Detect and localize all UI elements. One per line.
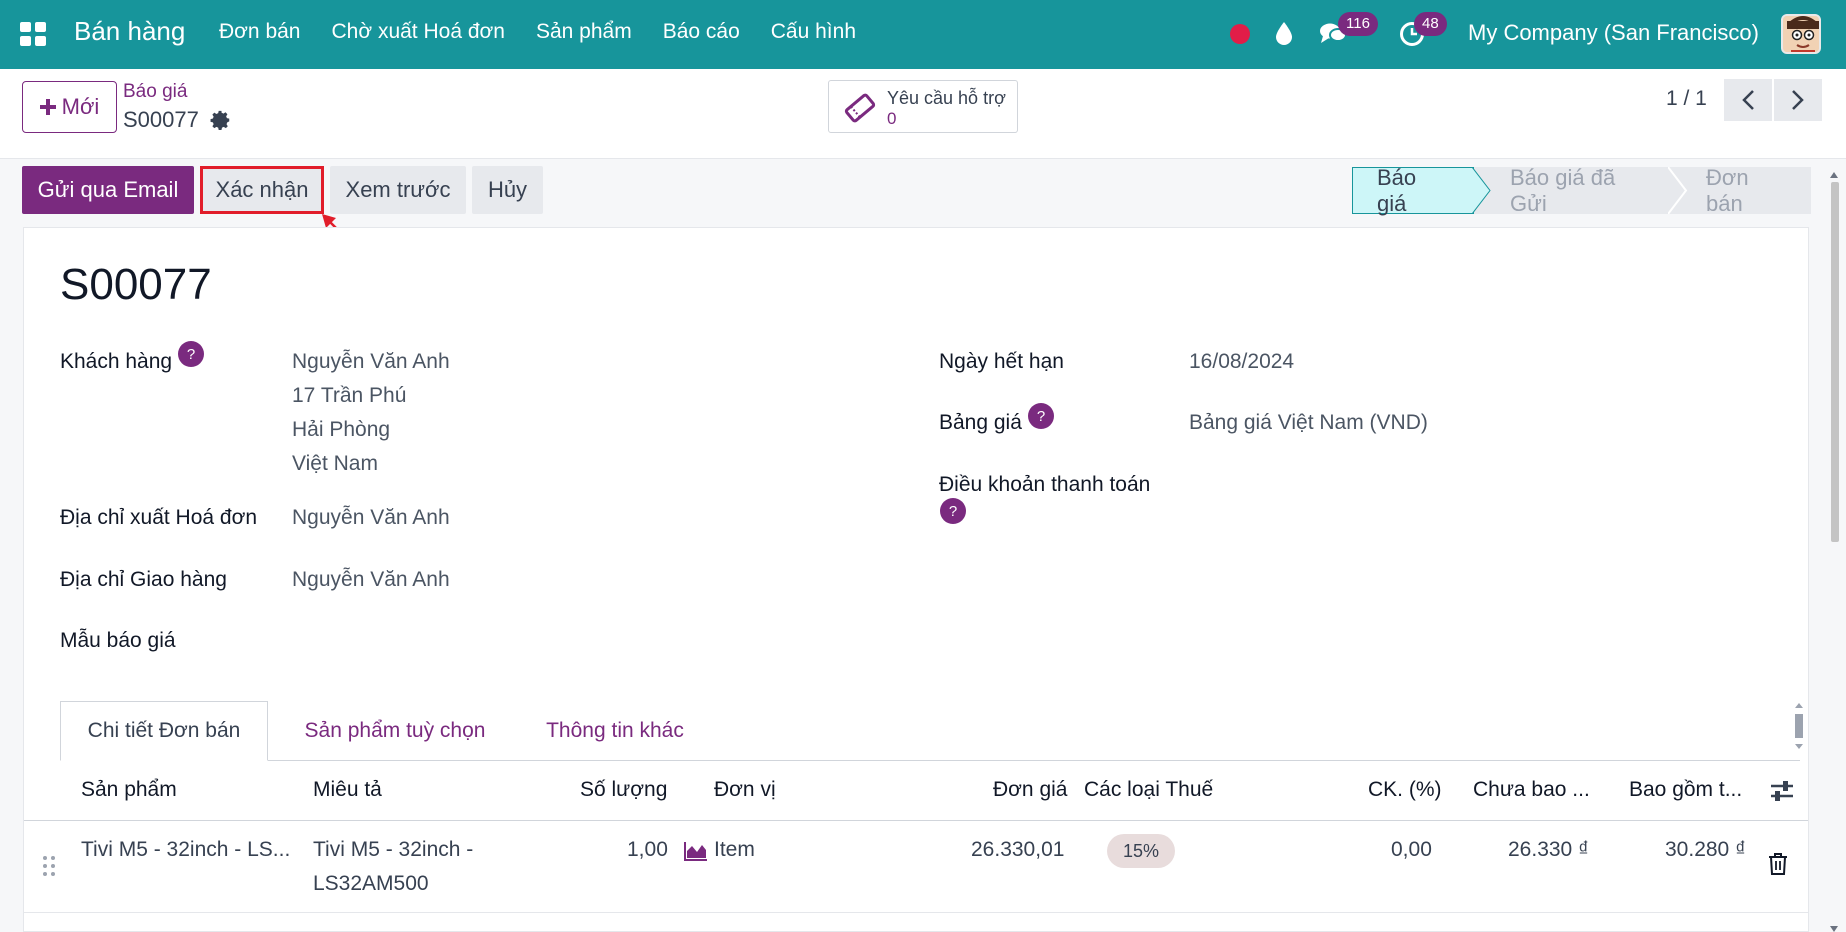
expiry-label: Ngày hết hạn bbox=[939, 350, 1064, 373]
menu-item-to-invoice[interactable]: Chờ xuất Hoá đơn bbox=[332, 20, 505, 44]
ticket-icon bbox=[844, 93, 876, 123]
chevron-left-icon bbox=[1742, 90, 1754, 110]
confirm-highlight-box bbox=[200, 166, 324, 214]
row-description-line1[interactable]: Tivi M5 - 32inch - bbox=[313, 838, 473, 862]
cancel-button[interactable]: Hủy bbox=[472, 166, 543, 214]
ticket-count: 0 bbox=[887, 109, 897, 128]
chevron-right-icon bbox=[1792, 90, 1804, 110]
app-name[interactable]: Bán hàng bbox=[74, 16, 185, 47]
payment-terms-label: Điều khoản thanh toán bbox=[939, 473, 1151, 496]
row-total: 30.280 ₫ bbox=[1665, 838, 1746, 861]
stage-separator bbox=[1668, 167, 1688, 214]
table-row[interactable]: Tivi M5 - 32inch - LS... Tivi M5 - 32inc… bbox=[24, 821, 1808, 913]
tab-order-lines[interactable]: Chi tiết Đơn bán bbox=[60, 701, 268, 761]
drag-handle-icon[interactable] bbox=[42, 855, 56, 877]
row-tax-badge[interactable]: 15% bbox=[1107, 834, 1175, 868]
record-icon[interactable] bbox=[1230, 24, 1250, 44]
stage-sales-order[interactable]: Đơn bán bbox=[1670, 165, 1811, 216]
customer-name[interactable]: Nguyễn Văn Anh bbox=[292, 350, 450, 374]
top-navbar: Bán hàng Đơn bán Chờ xuất Hoá đơn Sản ph… bbox=[0, 0, 1846, 69]
breadcrumb-parent[interactable]: Báo giá bbox=[123, 81, 187, 103]
column-unit-price[interactable]: Đơn giá bbox=[993, 778, 1067, 802]
ticket-label: Yêu cầu hỗ trợ bbox=[887, 88, 1006, 108]
pager-previous-button[interactable] bbox=[1724, 79, 1772, 121]
send-email-button[interactable]: Gửi qua Email bbox=[22, 166, 194, 214]
row-discount[interactable]: 0,00 bbox=[1391, 838, 1432, 862]
stage-quotation[interactable]: Báo giá bbox=[1352, 165, 1474, 216]
page-scrollbar-thumb[interactable] bbox=[1831, 182, 1839, 542]
customer-country: Việt Nam bbox=[292, 452, 378, 475]
control-panel: Mới Báo giá S00077 Yêu cầu hỗ trợ 0 1 / … bbox=[0, 69, 1846, 159]
menu-item-reporting[interactable]: Báo cáo bbox=[663, 20, 740, 44]
help-icon[interactable]: ? bbox=[1028, 403, 1054, 429]
support-ticket-button[interactable]: Yêu cầu hỗ trợ 0 bbox=[828, 80, 1018, 133]
forecast-chart-icon[interactable] bbox=[684, 841, 708, 861]
breadcrumb-current: S00077 bbox=[123, 107, 199, 132]
customer-city: Hải Phòng bbox=[292, 418, 391, 441]
column-uom[interactable]: Đơn vị bbox=[714, 778, 776, 802]
gear-icon[interactable] bbox=[210, 109, 232, 131]
plus-icon bbox=[39, 99, 56, 115]
preview-button[interactable]: Xem trước bbox=[330, 166, 466, 214]
column-total[interactable]: Bao gồm t... bbox=[1629, 778, 1742, 802]
row-unit-price[interactable]: 26.330,01 bbox=[971, 838, 1064, 862]
main-menu: Đơn bán Chờ xuất Hoá đơn Sản phẩm Báo cá… bbox=[219, 20, 887, 44]
column-product[interactable]: Sản phẩm bbox=[81, 778, 177, 802]
new-button-label: Mới bbox=[61, 94, 100, 119]
notebook-tabs: Chi tiết Đơn bán Sản phẩm tuỳ chọn Thông… bbox=[60, 701, 1800, 761]
order-lines-header: Sản phẩm Miêu tả Số lượng Đơn vị Đơn giá… bbox=[24, 761, 1808, 821]
help-icon[interactable]: ? bbox=[178, 341, 204, 367]
delivery-address-field[interactable]: Nguyễn Văn Anh bbox=[292, 568, 450, 592]
status-bar: Báo giá Báo giá đã Gửi Đơn bán bbox=[1352, 165, 1811, 216]
column-taxes[interactable]: Các loại Thuế bbox=[1084, 778, 1213, 802]
optional-columns-icon[interactable] bbox=[1769, 779, 1795, 803]
app-menu-icon[interactable] bbox=[20, 22, 46, 46]
row-uom[interactable]: Item bbox=[714, 838, 755, 862]
column-description[interactable]: Miêu tả bbox=[313, 778, 382, 802]
customer-label: Khách hàng bbox=[60, 350, 173, 373]
expiry-field[interactable]: 16/08/2024 bbox=[1189, 350, 1294, 374]
invoice-address-label: Địa chỉ xuất Hoá đơn bbox=[60, 506, 258, 529]
tabs-scrollbar[interactable] bbox=[1792, 702, 1806, 750]
menu-item-products[interactable]: Sản phẩm bbox=[536, 20, 632, 44]
column-discount[interactable]: CK. (%) bbox=[1368, 778, 1442, 802]
menu-item-configuration[interactable]: Cấu hình bbox=[771, 20, 856, 44]
company-switcher[interactable]: My Company (San Francisco) bbox=[1468, 20, 1759, 46]
column-quantity[interactable]: Số lượng bbox=[580, 778, 667, 802]
record-title: S00077 bbox=[60, 260, 212, 309]
column-subtotal[interactable]: Chưa bao ... bbox=[1473, 778, 1590, 802]
row-subtotal: 26.330 ₫ bbox=[1508, 838, 1589, 861]
help-icon[interactable]: ? bbox=[940, 498, 966, 524]
customer-street: 17 Trần Phú bbox=[292, 384, 407, 407]
row-product[interactable]: Tivi M5 - 32inch - LS... bbox=[81, 838, 290, 862]
row-description-line2[interactable]: LS32AM500 bbox=[313, 872, 429, 896]
avatar[interactable] bbox=[1781, 14, 1821, 54]
pricelist-label: Bảng giá bbox=[939, 411, 1022, 434]
menu-item-orders[interactable]: Đơn bán bbox=[219, 20, 301, 44]
quotation-template-label: Mẫu báo giá bbox=[60, 629, 176, 652]
delivery-address-label: Địa chỉ Giao hàng bbox=[60, 568, 227, 591]
new-button[interactable]: Mới bbox=[22, 81, 117, 133]
trash-icon[interactable] bbox=[1768, 853, 1788, 875]
invoice-address-field[interactable]: Nguyễn Văn Anh bbox=[292, 506, 450, 530]
activity-count-badge: 48 bbox=[1414, 12, 1447, 36]
pager-next-button[interactable] bbox=[1774, 79, 1822, 121]
stage-arrow bbox=[1472, 167, 1491, 214]
tab-optional-products[interactable]: Sản phẩm tuỳ chọn bbox=[290, 701, 500, 761]
stage-quotation-sent[interactable]: Báo giá đã Gửi bbox=[1474, 165, 1670, 216]
drop-icon[interactable] bbox=[1273, 20, 1295, 46]
chat-count-badge: 116 bbox=[1338, 12, 1378, 36]
pager-value[interactable]: 1 / 1 bbox=[1666, 87, 1707, 111]
tab-other-info[interactable]: Thông tin khác bbox=[520, 701, 710, 761]
row-quantity[interactable]: 1,00 bbox=[627, 838, 668, 862]
pricelist-field[interactable]: Bảng giá Việt Nam (VND) bbox=[1189, 411, 1428, 435]
